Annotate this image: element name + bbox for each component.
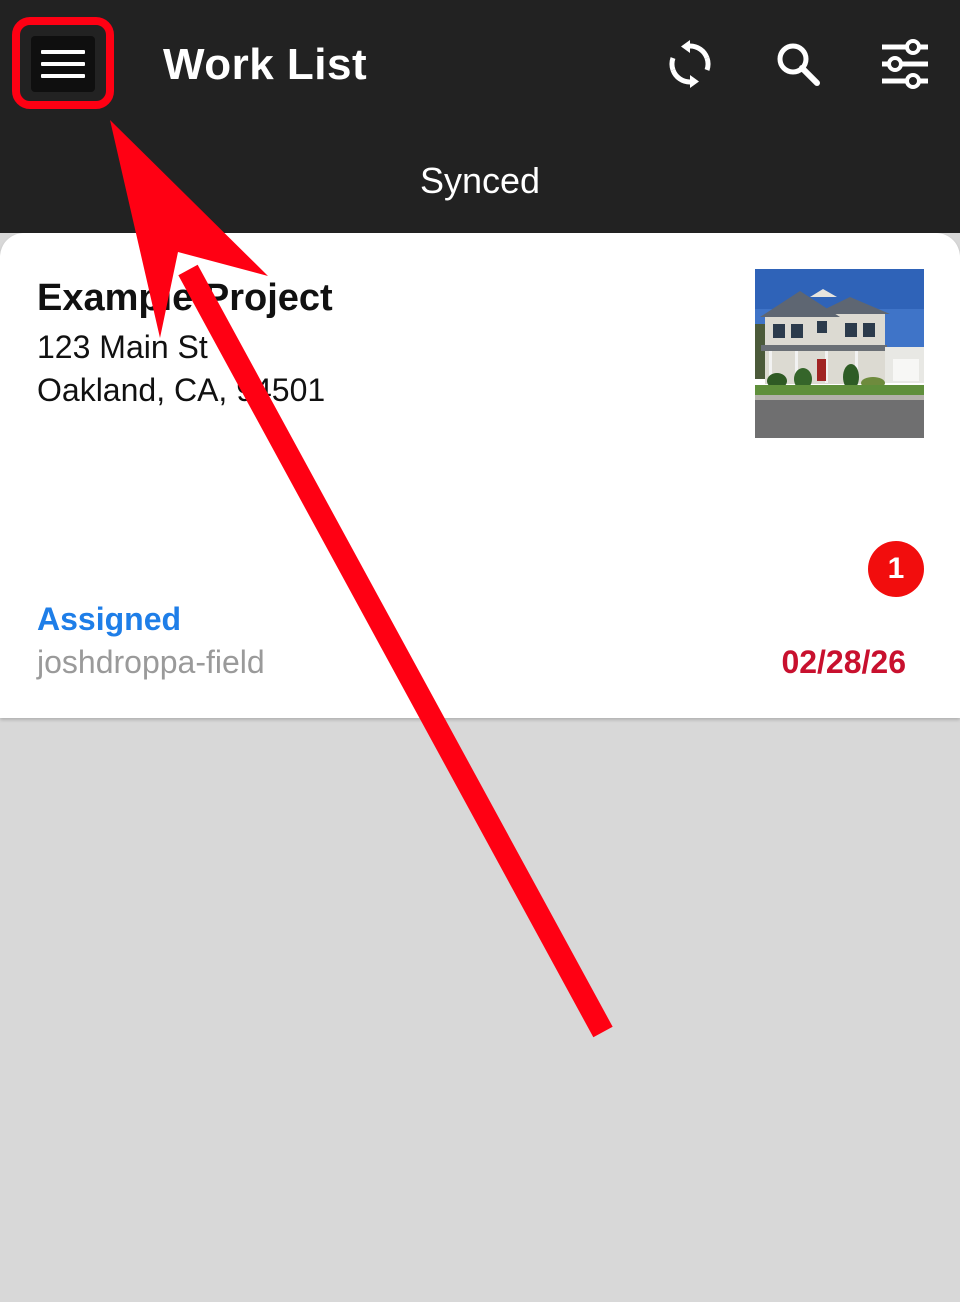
- due-date: 02/28/26: [781, 644, 906, 680]
- sync-status: Synced: [419, 160, 541, 201]
- sync-button[interactable]: [658, 32, 722, 96]
- work-item-card[interactable]: Example Project 123 Main St Oakland, CA,…: [0, 233, 960, 718]
- address-line-1: 123 Main St: [37, 329, 208, 365]
- notification-badge: 1: [868, 541, 924, 597]
- menu-icon-bar: [41, 50, 85, 54]
- menu-button[interactable]: [31, 36, 95, 92]
- work-list-screen: Work List Synced Example Project 123 Mai…: [0, 0, 960, 1302]
- status-label: Assigned: [37, 601, 182, 637]
- project-thumbnail: [755, 269, 924, 438]
- search-icon: [777, 43, 820, 86]
- filter-sliders-icon: [882, 39, 928, 89]
- address-line-2: Oakland, CA, 94501: [37, 372, 326, 408]
- filter-button[interactable]: [873, 32, 937, 96]
- menu-icon-bar: [41, 62, 85, 66]
- sync-icon: [669, 40, 711, 88]
- app-bar: Work List Synced: [0, 0, 960, 233]
- assignee-name: joshdroppa-field: [37, 644, 265, 680]
- page-title: Work List: [163, 40, 368, 89]
- menu-icon-bar: [41, 74, 85, 78]
- search-button[interactable]: [766, 32, 830, 96]
- project-name: Example Project: [37, 277, 333, 319]
